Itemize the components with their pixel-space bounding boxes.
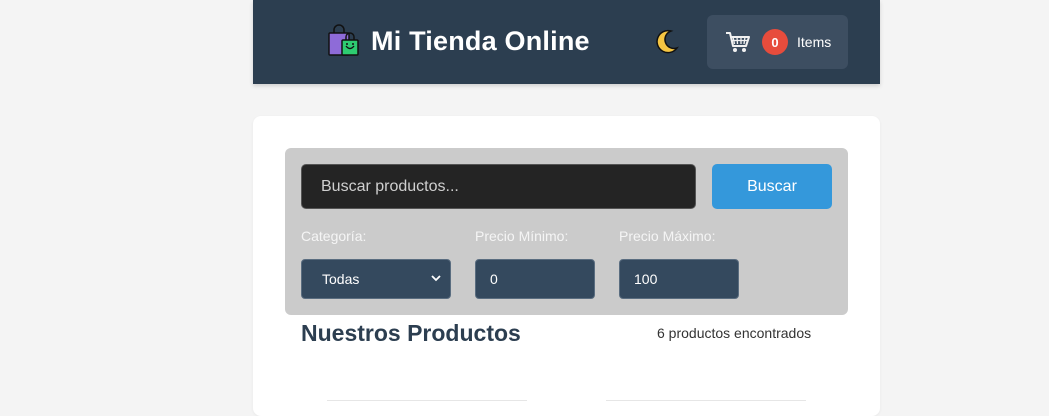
category-select[interactable]: Todas <box>301 259 451 299</box>
moon-icon[interactable] <box>651 27 681 57</box>
max-price-input[interactable]: 100 <box>619 259 739 299</box>
main-content: Buscar Categoría: Precio Mínimo: Precio … <box>253 116 880 416</box>
shopping-cart-icon <box>724 28 752 56</box>
min-price-input[interactable]: 0 <box>475 259 595 299</box>
products-heading: Nuestros Productos <box>301 320 521 346</box>
chevron-down-icon <box>430 271 442 287</box>
cart-count-badge: 0 <box>762 29 788 55</box>
products-count: 6 productos encontrados <box>657 325 812 341</box>
max-price-label: Precio Máximo: <box>619 228 716 244</box>
filters-panel: Buscar Categoría: Precio Mínimo: Precio … <box>285 148 848 315</box>
site-header: Mi Tienda Online 0 Items <box>253 0 880 84</box>
min-price-value: 0 <box>490 271 498 287</box>
category-select-value: Todas <box>322 271 360 287</box>
shopping-bags-icon <box>327 24 361 58</box>
category-label: Categoría: <box>301 228 367 244</box>
cart-button[interactable]: 0 Items <box>707 15 848 69</box>
search-button[interactable]: Buscar <box>712 164 832 209</box>
brand[interactable]: Mi Tienda Online <box>327 22 590 60</box>
search-input[interactable] <box>301 164 696 209</box>
site-title: Mi Tienda Online <box>371 25 590 56</box>
min-price-label: Precio Mínimo: <box>475 228 569 244</box>
cart-label: Items <box>797 34 832 50</box>
max-price-value: 100 <box>634 271 658 287</box>
